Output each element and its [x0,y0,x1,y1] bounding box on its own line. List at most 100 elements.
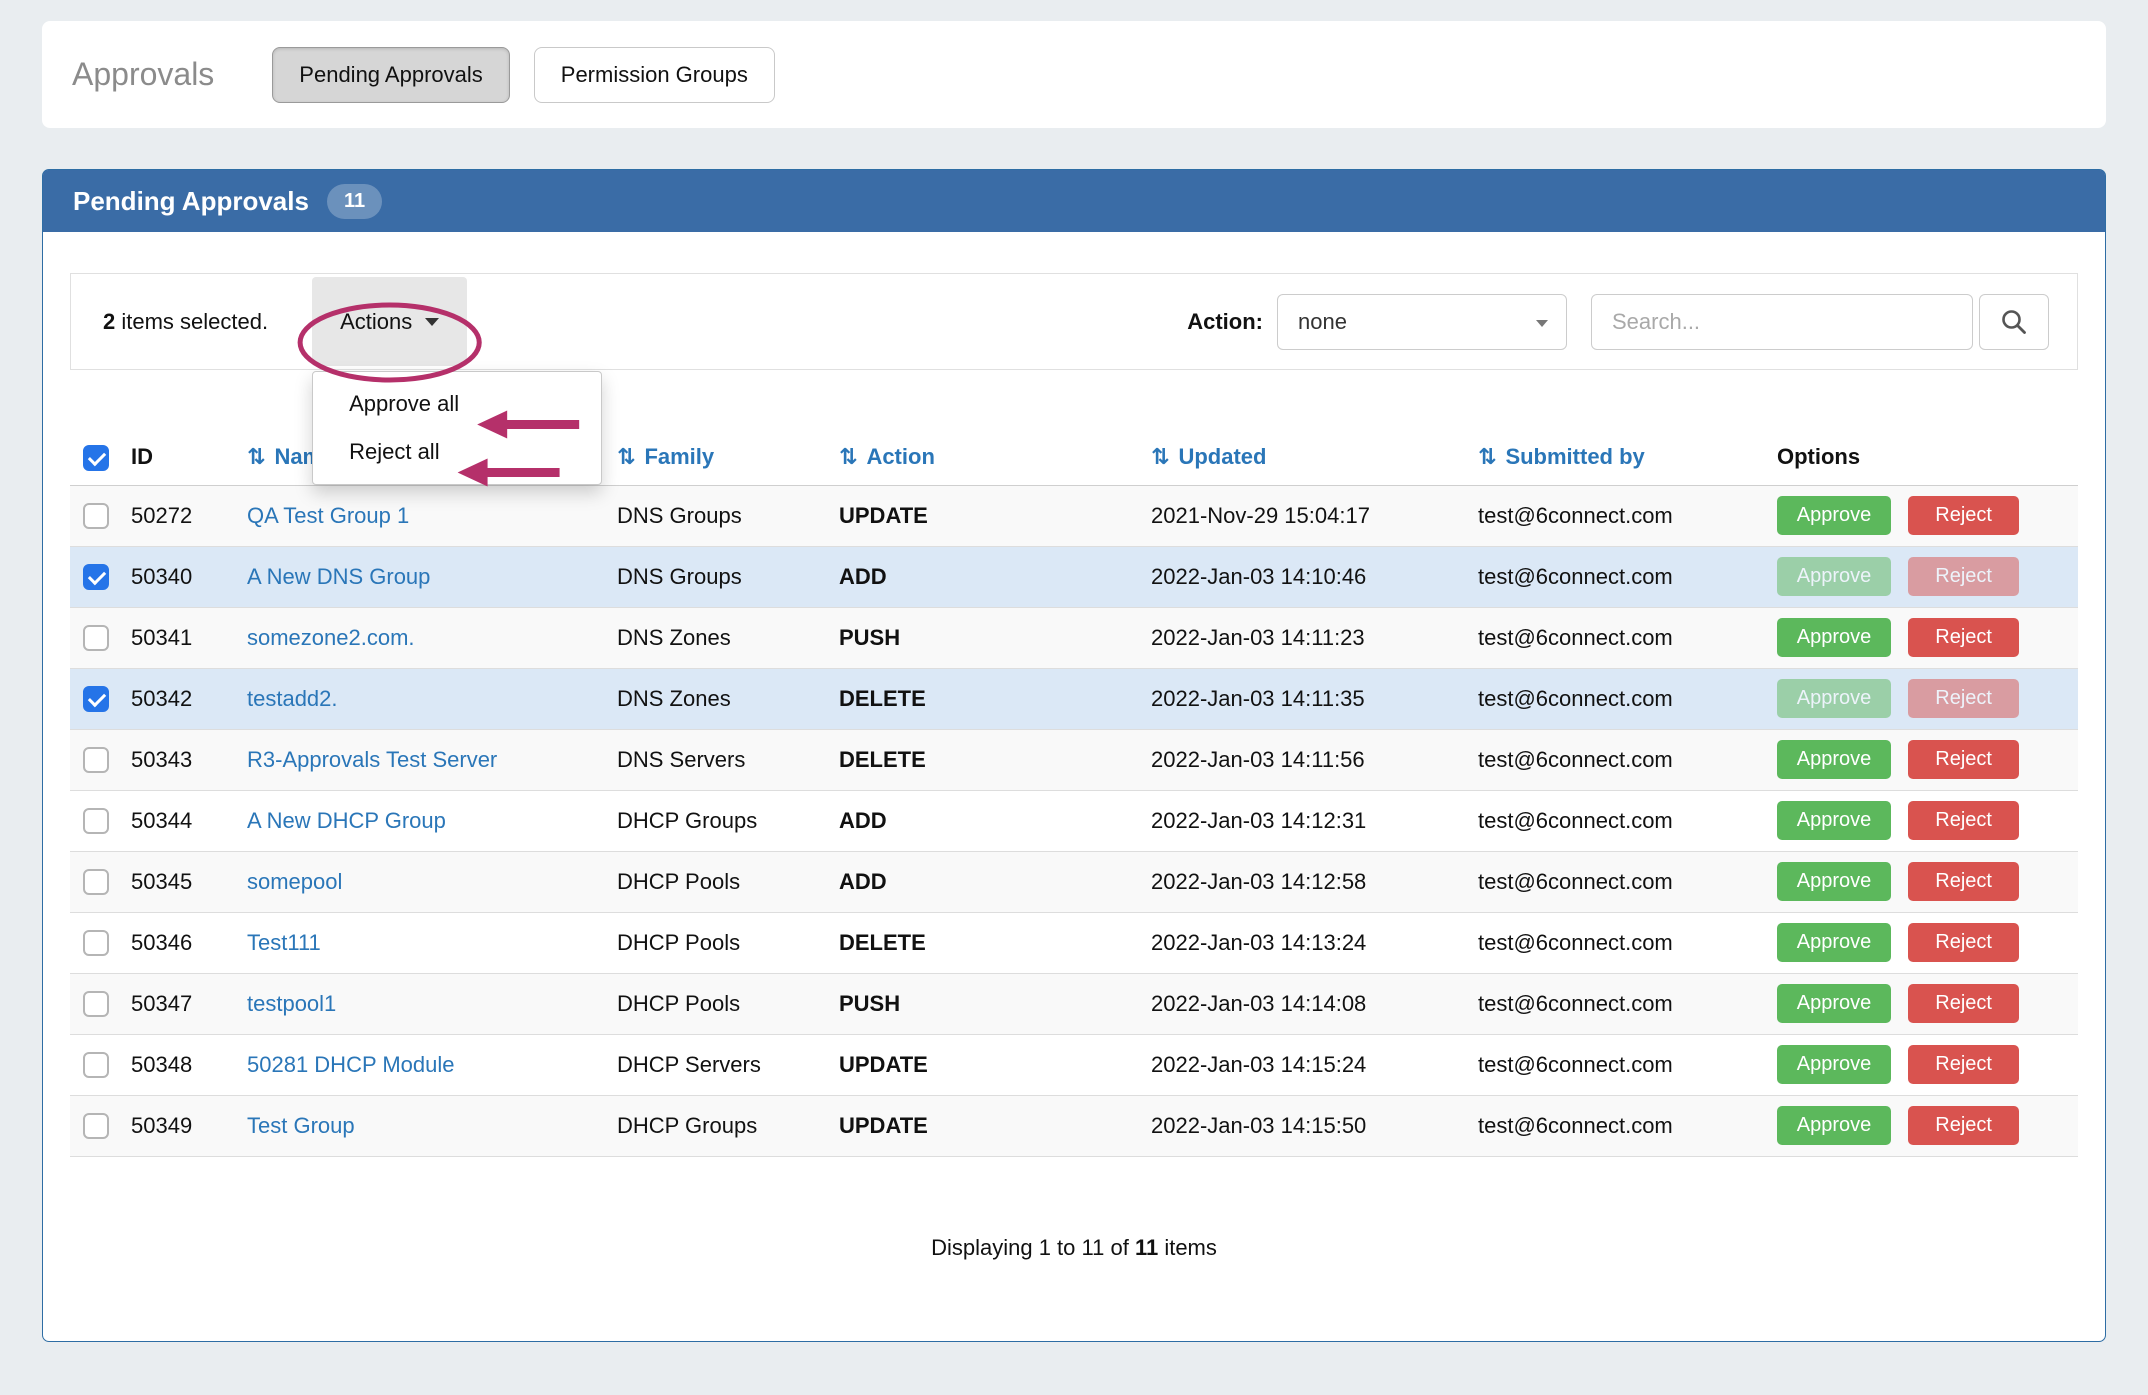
panel-title: Pending Approvals [73,186,309,217]
column-header-action[interactable]: ⇅Action [839,430,1151,485]
caret-down-icon [1536,320,1548,327]
reject-button[interactable]: Reject [1908,984,2019,1023]
tab-pending-approvals[interactable]: Pending Approvals [272,47,509,103]
cell-options: Approve Reject [1777,790,2078,851]
cell-checkbox [70,485,131,546]
cell-updated: 2022-Jan-03 14:10:46 [1151,546,1478,607]
table-row: 50341 somezone2.com. DNS Zones PUSH 2022… [70,607,2078,668]
row-name-link[interactable]: Test Group [247,1113,355,1138]
sort-icon: ⇅ [1151,444,1169,469]
cell-updated: 2022-Jan-03 14:12:58 [1151,851,1478,912]
cell-action: UPDATE [839,1095,1151,1156]
search-input[interactable] [1591,294,1973,350]
reject-button[interactable]: Reject [1908,923,2019,962]
approve-button[interactable]: Approve [1777,923,1891,962]
cell-updated: 2022-Jan-03 14:11:35 [1151,668,1478,729]
menu-item-reject-all[interactable]: Reject all [313,428,601,476]
row-name-link[interactable]: somepool [247,869,342,894]
cell-id: 50349 [131,1095,247,1156]
column-label: ID [131,444,153,469]
row-name-link[interactable]: QA Test Group 1 [247,503,409,528]
cell-family: DNS Groups [617,546,839,607]
select-all-checkbox[interactable] [83,445,109,471]
row-checkbox[interactable] [83,930,109,956]
tab-permission-groups[interactable]: Permission Groups [534,47,775,103]
row-checkbox[interactable] [83,1113,109,1139]
cell-options: Approve Reject [1777,607,2078,668]
approve-button[interactable]: Approve [1777,679,1891,718]
cell-updated: 2021-Nov-29 15:04:17 [1151,485,1478,546]
cell-action: DELETE [839,668,1151,729]
row-name-link[interactable]: somezone2.com. [247,625,415,650]
approve-button[interactable]: Approve [1777,862,1891,901]
column-header-family[interactable]: ⇅Family [617,430,839,485]
row-checkbox[interactable] [83,991,109,1017]
reject-button[interactable]: Reject [1908,801,2019,840]
approve-button[interactable]: Approve [1777,1106,1891,1145]
cell-name: A New DHCP Group [247,790,617,851]
cell-updated: 2022-Jan-03 14:15:24 [1151,1034,1478,1095]
cell-options: Approve Reject [1777,973,2078,1034]
reject-button[interactable]: Reject [1908,618,2019,657]
reject-button[interactable]: Reject [1908,679,2019,718]
reject-button[interactable]: Reject [1908,557,2019,596]
reject-button[interactable]: Reject [1908,862,2019,901]
cell-name: somepool [247,851,617,912]
row-name-link[interactable]: R3-Approvals Test Server [247,747,497,772]
menu-item-approve-all[interactable]: Approve all [313,380,601,428]
caret-down-icon [425,318,439,326]
cell-checkbox [70,790,131,851]
approve-button[interactable]: Approve [1777,496,1891,535]
pending-approvals-table: ID ⇅Name ⇅Family ⇅Action ⇅Updated ⇅Submi… [70,430,2078,1157]
footer-suffix: items [1158,1235,1217,1260]
cell-family: DHCP Pools [617,851,839,912]
sort-icon: ⇅ [247,444,265,469]
cell-submitted-by: test@6connect.com [1478,912,1777,973]
approve-button[interactable]: Approve [1777,740,1891,779]
row-name-link[interactable]: A New DNS Group [247,564,430,589]
row-name-link[interactable]: testpool1 [247,991,336,1016]
column-header-updated[interactable]: ⇅Updated [1151,430,1478,485]
cell-options: Approve Reject [1777,1095,2078,1156]
approve-button[interactable]: Approve [1777,557,1891,596]
approve-button[interactable]: Approve [1777,984,1891,1023]
approve-button[interactable]: Approve [1777,1045,1891,1084]
action-filter-select[interactable]: none [1277,294,1567,350]
action-filter-label: Action: [1187,309,1263,335]
cell-submitted-by: test@6connect.com [1478,607,1777,668]
row-name-link[interactable]: A New DHCP Group [247,808,446,833]
footer-prefix: Displaying 1 to 11 of [931,1235,1135,1260]
column-label: Family [644,444,714,469]
footer-total: 11 [1135,1235,1158,1260]
row-name-link[interactable]: testadd2. [247,686,338,711]
cell-submitted-by: test@6connect.com [1478,1034,1777,1095]
reject-button[interactable]: Reject [1908,1045,2019,1084]
reject-button[interactable]: Reject [1908,496,2019,535]
row-checkbox[interactable] [83,686,109,712]
row-checkbox[interactable] [83,503,109,529]
row-name-link[interactable]: 50281 DHCP Module [247,1052,455,1077]
cell-action: UPDATE [839,485,1151,546]
reject-button[interactable]: Reject [1908,1106,2019,1145]
panel-body: 2 items selected. Actions Approve all Re… [43,232,2105,1261]
row-checkbox[interactable] [83,869,109,895]
reject-button[interactable]: Reject [1908,740,2019,779]
table-row: 50343 R3-Approvals Test Server DNS Serve… [70,729,2078,790]
cell-action: UPDATE [839,1034,1151,1095]
row-checkbox[interactable] [83,1052,109,1078]
row-checkbox[interactable] [83,808,109,834]
actions-button[interactable]: Actions [312,277,467,366]
row-checkbox[interactable] [83,625,109,651]
search-button[interactable] [1979,294,2049,350]
approve-button[interactable]: Approve [1777,618,1891,657]
cell-submitted-by: test@6connect.com [1478,729,1777,790]
row-name-link[interactable]: Test111 [247,930,321,955]
approve-button[interactable]: Approve [1777,801,1891,840]
cell-action: ADD [839,851,1151,912]
menu-item-label: Reject all [349,439,439,464]
cell-id: 50341 [131,607,247,668]
row-checkbox[interactable] [83,747,109,773]
column-header-submitted-by[interactable]: ⇅Submitted by [1478,430,1777,485]
row-checkbox[interactable] [83,564,109,590]
approvals-table-body: 50272 QA Test Group 1 DNS Groups UPDATE … [70,485,2078,1156]
